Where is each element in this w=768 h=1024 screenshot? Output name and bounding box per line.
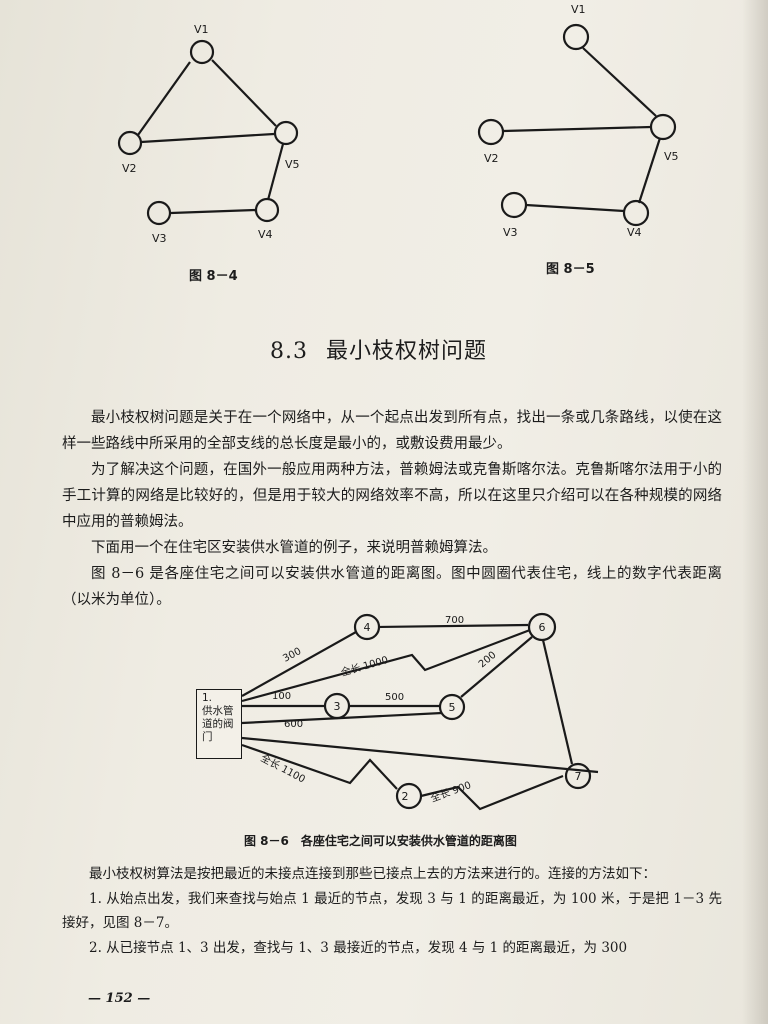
fig85-node-v1: [562, 23, 590, 51]
fig85-node-v2: [477, 118, 505, 146]
page-edge-shadow: [742, 0, 768, 1024]
fig84-label-v2: V2: [122, 162, 137, 175]
paragraph: 最小枝权树算法是按把最近的未接点连接到那些已接点上去的方法来进行的。连接的方法如…: [89, 866, 656, 882]
section-title: 最小枝权树问题: [326, 339, 488, 364]
valve-label-line: 供水管: [202, 705, 234, 717]
fig86-edge-1-7: [241, 736, 599, 774]
fig86-edge-label-3-5: 500: [385, 692, 404, 703]
fig86-edge-label-1-5: 600: [284, 719, 303, 730]
valve-label-line: 门: [202, 731, 213, 743]
fig85-label-v4: V4: [627, 226, 642, 239]
fig84-node-v1: [189, 39, 215, 65]
book-page: V1 V2 V3 V4 V5 图 8－4 V1 V2 V3 V4 V5 图 8－…: [0, 0, 768, 1024]
fig86-edge-6-7: [541, 639, 574, 765]
fig86-node-label: 5: [449, 701, 456, 714]
fig85-caption: 图 8－5: [546, 262, 595, 277]
figure-8-5: V1 V2 V3 V4 V5: [477, 3, 679, 239]
fig85-label-v2: V2: [484, 152, 499, 165]
fig85-edge: [502, 125, 652, 133]
fig85-node-v5: [649, 113, 677, 141]
fig84-edge: [211, 59, 277, 127]
section-heading: 8.3 最小枝权树问题: [270, 333, 487, 365]
figure-8-4: V1 V2 V3 V4 V5: [117, 23, 300, 245]
paragraph: 1. 从始点出发，我们来查找与始点 1 最近的节点，发现 3 与 1 的距离最近…: [62, 890, 722, 932]
fig84-node-v2: [117, 130, 143, 156]
fig85-node-v3: [500, 191, 528, 219]
valve-box: 1. 供水管 道的阀 门: [196, 689, 242, 759]
fig86-edge-label-1-4: 300: [281, 646, 303, 665]
fig86-caption: 图 8－6 各座住宅之间可以安装供水管道的距离图: [244, 834, 517, 848]
fig86-edge-label-1-6: 全长 1000: [339, 653, 389, 679]
fig86-edge-5-6: [460, 636, 533, 698]
fig84-node-v4: [254, 197, 280, 223]
fig85-edge: [637, 137, 662, 204]
fig84-caption: 图 8－4: [189, 269, 238, 284]
figure-8-6: 2 3 4 5 6 7 300 全长 1000 100 500 600 700 …: [241, 612, 599, 811]
fig85-edge: [525, 203, 625, 213]
fig85-label-v5: V5: [664, 150, 679, 163]
section-number: 8.3: [270, 339, 308, 364]
paragraph: 最小枝权树问题是关于在一个网络中，从一个起点出发到所有点，找出一条或几条路线，以…: [62, 410, 722, 452]
fig86-node-label: 3: [334, 700, 341, 713]
fig84-edge: [266, 143, 285, 201]
paragraph: 为了解决这个问题，在国外一般应用两种方法，普赖姆法或克鲁斯喀尔法。克鲁斯喀尔法用…: [62, 462, 722, 530]
fig84-label-v3: V3: [152, 232, 167, 245]
fig84-label-v5: V5: [285, 158, 300, 171]
fig85-label-v1: V1: [571, 3, 586, 16]
fig86-edge-label-1-3: 100: [272, 691, 291, 702]
fig85-label-v3: V3: [503, 226, 518, 239]
fig86-node-label: 6: [539, 621, 546, 634]
fig84-edge: [137, 61, 191, 136]
body-text: 最小枝权树问题是关于在一个网络中，从一个起点出发到所有点，找出一条或几条路线，以…: [62, 405, 722, 613]
fig84-edge: [170, 208, 256, 215]
valve-label-line: 1.: [202, 692, 213, 704]
fig85-edge: [582, 47, 657, 117]
fig84-node-v3: [146, 200, 172, 226]
valve-label-line: 道的阀: [202, 718, 234, 730]
fig84-edge: [140, 132, 275, 144]
fig86-node-label: 7: [575, 770, 582, 783]
fig86-edge-label-2-7: 全长 900: [429, 778, 473, 805]
paragraph: 下面用一个在住宅区安装供水管道的例子，来说明普赖姆算法。: [91, 540, 497, 556]
fig86-node-label: 4: [364, 621, 371, 634]
fig85-node-v4: [622, 199, 650, 227]
paragraph: 2. 从已接节点 1、3 出发，查找与 1、3 最接近的节点，发现 4 与 1 …: [89, 939, 628, 956]
fig84-label-v4: V4: [258, 228, 273, 241]
fig86-node-label: 2: [402, 790, 409, 803]
fig84-node-v5: [273, 120, 299, 146]
fig84-label-v1: V1: [194, 23, 209, 36]
page-number: — 152 —: [88, 991, 151, 1006]
body-text-continued: 最小枝权树算法是按把最近的未接点连接到那些已接点上去的方法来进行的。连接的方法如…: [62, 862, 722, 960]
fig86-edge-label-1-2: 全长 1100: [259, 751, 308, 785]
fig86-edge-label-4-6: 700: [445, 615, 464, 626]
